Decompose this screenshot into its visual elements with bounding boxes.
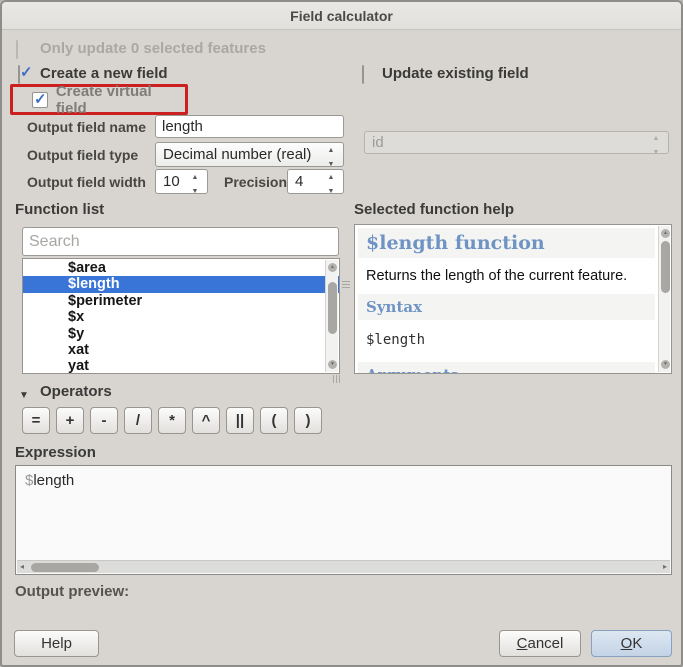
operator-multiply-button[interactable]: * xyxy=(158,407,186,434)
scroll-up-icon[interactable] xyxy=(328,263,337,272)
function-list: $area $length $perimeter $x $y xat yat xyxy=(22,258,340,374)
scroll-down-icon[interactable] xyxy=(328,360,337,369)
precision-value: 4 xyxy=(295,173,323,190)
function-list-scrollbar[interactable] xyxy=(325,260,338,372)
operators-toolbar: = + - / * ^ || ( ) xyxy=(22,407,322,434)
help-syntax-heading: Syntax xyxy=(358,294,655,320)
create-new-field-checkbox[interactable] xyxy=(18,65,20,84)
scrollbar-thumb[interactable] xyxy=(661,241,670,293)
create-new-field-label: Create a new field xyxy=(40,65,168,82)
output-preview-label: Output preview: xyxy=(15,583,129,600)
help-title: $length function xyxy=(358,228,655,258)
operator-open-paren-button[interactable]: ( xyxy=(260,407,288,434)
function-list-item[interactable]: $perimeter xyxy=(23,293,325,309)
spin-down-icon xyxy=(653,143,660,157)
operator-plus-button[interactable]: + xyxy=(56,407,84,434)
spin-up-icon[interactable] xyxy=(328,168,335,182)
operator-power-button[interactable]: ^ xyxy=(192,407,220,434)
operator-equals-button[interactable]: = xyxy=(22,407,50,434)
width-spinners[interactable] xyxy=(187,168,203,195)
function-list-item-selected[interactable]: $length xyxy=(23,276,339,292)
annotation-highlight: Create virtual field xyxy=(10,84,188,115)
output-field-type-combo[interactable]: Decimal number (real) xyxy=(155,142,344,167)
output-field-name-input[interactable] xyxy=(155,115,344,138)
existing-field-combo: id xyxy=(364,131,669,154)
scrollbar-thumb[interactable] xyxy=(328,282,337,334)
ok-button[interactable]: OK xyxy=(591,630,672,657)
output-field-width-spinbox[interactable]: 10 xyxy=(155,169,208,194)
spin-down-icon[interactable] xyxy=(328,155,335,169)
operators-header: Operators xyxy=(40,383,112,400)
expression-header: Expression xyxy=(15,444,96,461)
help-syntax-code: $length xyxy=(366,332,663,348)
operator-minus-button[interactable]: - xyxy=(90,407,118,434)
create-virtual-field-label: Create virtual field xyxy=(56,83,185,117)
expression-editor[interactable]: $length xyxy=(15,465,672,575)
operator-concat-button[interactable]: || xyxy=(226,407,254,434)
help-description: Returns the length of the current featur… xyxy=(366,268,663,284)
output-field-width-label: Output field width xyxy=(27,174,146,190)
window-title: Field calculator xyxy=(290,8,393,24)
function-list-item[interactable]: yat xyxy=(23,358,325,374)
output-field-type-label: Output field type xyxy=(27,147,138,163)
function-list-item[interactable]: $area xyxy=(23,260,325,276)
expression-text: $length xyxy=(25,472,74,489)
spin-down-icon[interactable] xyxy=(328,182,335,196)
function-list-item[interactable]: $y xyxy=(23,326,325,342)
precision-label: Precision xyxy=(224,174,287,190)
spin-up-icon xyxy=(653,129,660,143)
help-button[interactable]: Help xyxy=(14,630,99,657)
spin-up-icon[interactable] xyxy=(328,141,335,155)
expression-name: length xyxy=(33,472,74,489)
help-arguments-heading: Arguments xyxy=(358,362,655,374)
combo-spinners[interactable] xyxy=(323,141,339,168)
scroll-left-icon[interactable] xyxy=(20,562,24,571)
only-update-checkbox[interactable] xyxy=(16,40,18,59)
splitter-grip[interactable] xyxy=(342,281,350,282)
function-list-header: Function list xyxy=(15,201,104,218)
operator-divide-button[interactable]: / xyxy=(124,407,152,434)
output-field-name-label: Output field name xyxy=(27,119,146,135)
scroll-up-icon[interactable] xyxy=(661,229,670,238)
create-virtual-field-checkbox[interactable] xyxy=(32,92,48,108)
scroll-right-icon[interactable] xyxy=(663,562,667,571)
field-calculator-dialog: Field calculator Only update 0 selected … xyxy=(0,0,683,667)
help-scrollbar[interactable] xyxy=(658,226,670,372)
spin-up-icon[interactable] xyxy=(192,168,199,182)
existing-field-value: id xyxy=(372,134,648,151)
resize-grip[interactable] xyxy=(333,375,334,383)
only-update-label: Only update 0 selected features xyxy=(40,40,266,57)
precision-spinners[interactable] xyxy=(323,168,339,195)
selected-function-help-header: Selected function help xyxy=(354,201,514,218)
expression-hscrollbar[interactable] xyxy=(17,560,670,573)
precision-spinbox[interactable]: 4 xyxy=(287,169,344,194)
cancel-button[interactable]: Cancel xyxy=(499,630,581,657)
function-help-panel: $length function Returns the length of t… xyxy=(354,224,672,374)
operator-close-paren-button[interactable]: ) xyxy=(294,407,322,434)
scrollbar-thumb[interactable] xyxy=(31,563,99,572)
spin-down-icon[interactable] xyxy=(192,182,199,196)
update-existing-field-label: Update existing field xyxy=(382,65,529,82)
collapse-triangle-icon[interactable] xyxy=(19,385,29,403)
function-list-item[interactable]: xat xyxy=(23,342,325,358)
function-list-item[interactable]: $x xyxy=(23,309,325,325)
title-bar[interactable]: Field calculator xyxy=(2,2,681,30)
output-field-type-value: Decimal number (real) xyxy=(163,146,323,163)
scroll-down-icon[interactable] xyxy=(661,360,670,369)
function-search-input[interactable] xyxy=(22,227,339,256)
update-existing-field-checkbox[interactable] xyxy=(362,65,364,84)
existing-field-spinners xyxy=(648,129,664,156)
output-field-width-value: 10 xyxy=(163,173,187,190)
